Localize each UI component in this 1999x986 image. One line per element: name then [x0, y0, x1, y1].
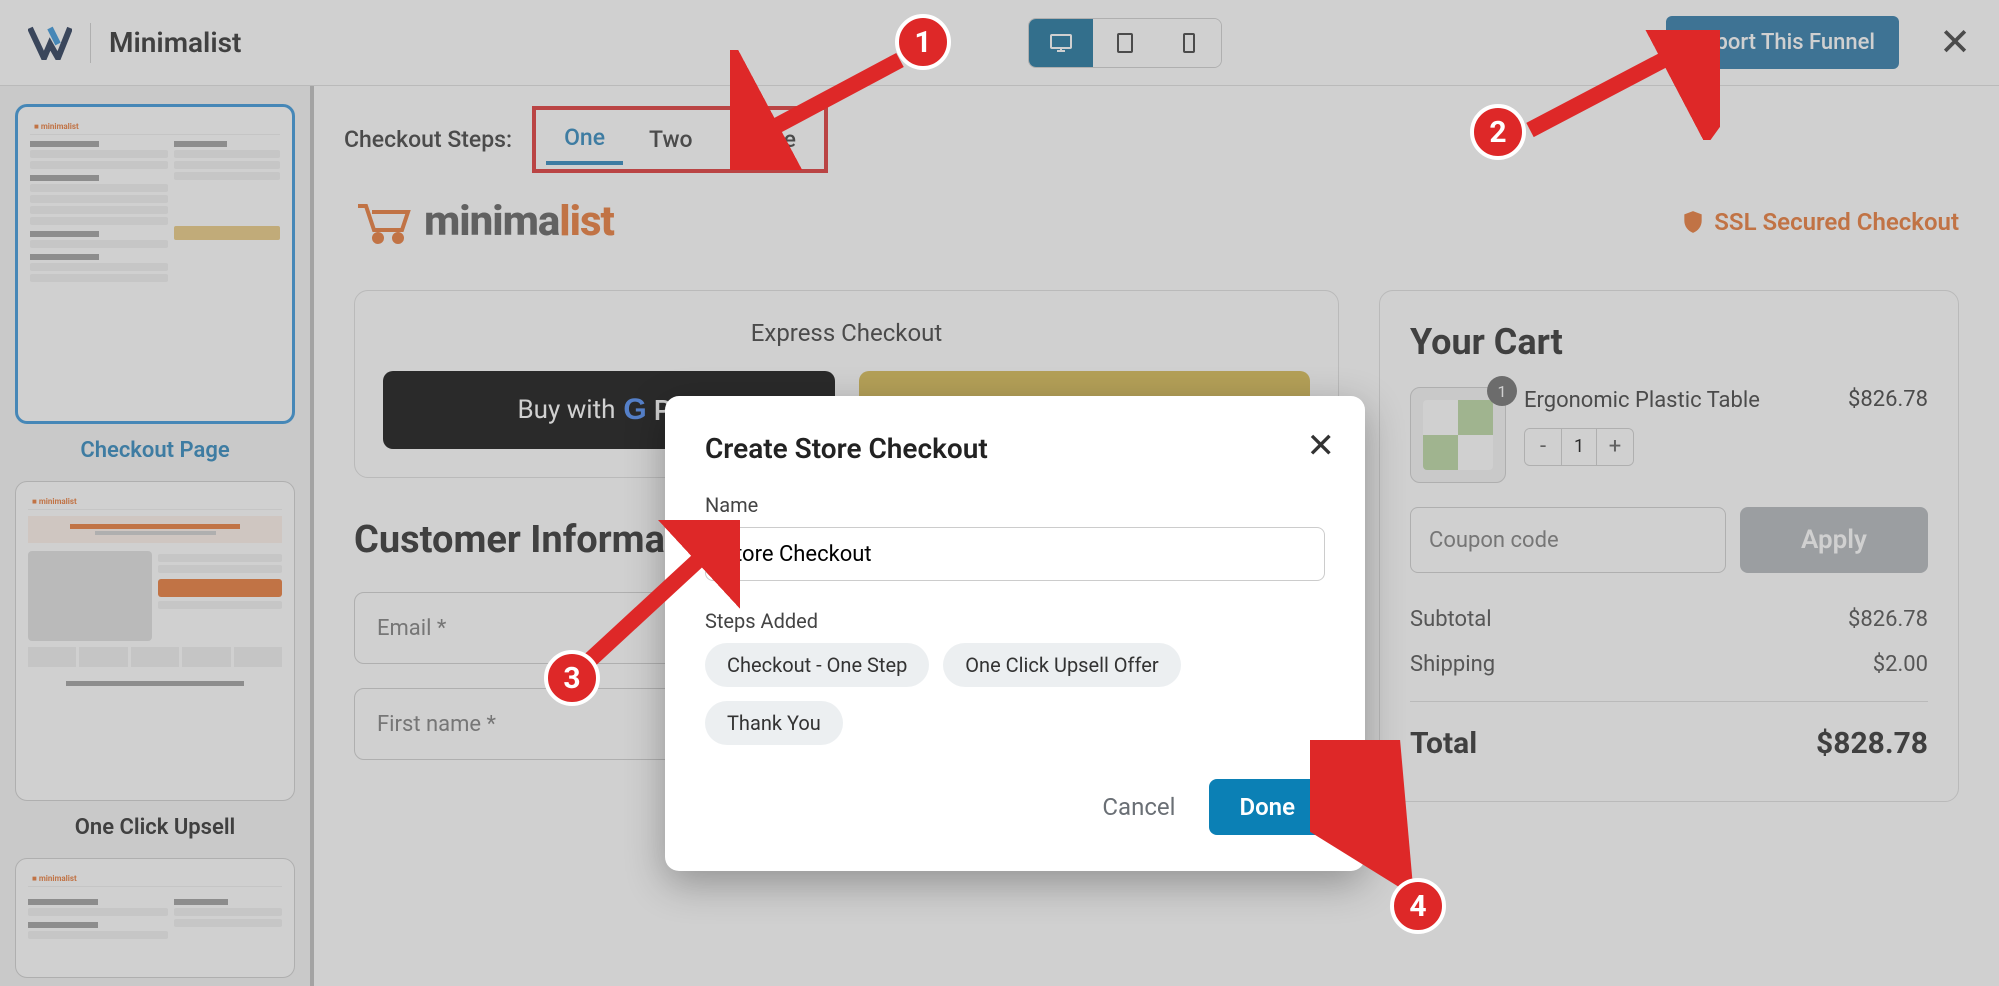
qty-plus-button[interactable]: + — [1597, 429, 1633, 465]
shipping-row: Shipping $2.00 — [1410, 642, 1928, 687]
qty-minus-button[interactable]: - — [1525, 429, 1561, 465]
cart-item-name: Ergonomic Plastic Table — [1524, 387, 1830, 416]
cart-icon — [354, 200, 414, 244]
thumb-label: One Click Upsell — [15, 815, 295, 840]
cancel-button[interactable]: Cancel — [1102, 793, 1175, 821]
steps-chips: Checkout - One Step One Click Upsell Off… — [705, 643, 1325, 745]
steps-added-label: Steps Added — [705, 609, 1325, 633]
preview-header: minimalist SSL Secured Checkout — [314, 183, 1999, 260]
thumb-label: Checkout Page — [15, 438, 295, 463]
create-checkout-modal: Create Store Checkout ✕ Name Steps Added… — [665, 396, 1365, 871]
template-sidebar: ■ minimalist — [0, 86, 310, 986]
subtotal-row: Subtotal $826.78 — [1410, 597, 1928, 642]
express-title: Express Checkout — [383, 319, 1310, 347]
shield-icon — [1680, 209, 1706, 235]
store-logo: minimalist — [354, 197, 614, 246]
ssl-badge: SSL Secured Checkout — [1680, 208, 1959, 236]
annotation-arrow-3 — [580, 520, 740, 670]
cart-item-price: $826.78 — [1848, 387, 1928, 412]
device-tablet-button[interactable] — [1093, 19, 1157, 67]
cart-qty-badge: 1 — [1487, 376, 1517, 406]
cart-column: Your Cart 1 Ergonomic Plastic Table - 1 … — [1379, 290, 1959, 809]
store-checkout-name-input[interactable] — [705, 527, 1325, 581]
steps-label: Checkout Steps: — [344, 126, 512, 153]
annotation-marker-2: 2 — [1470, 104, 1526, 160]
cart-card: Your Cart 1 Ergonomic Plastic Table - 1 … — [1379, 290, 1959, 802]
chip-thankyou: Thank You — [705, 701, 843, 745]
annotation-arrow-2 — [1520, 30, 1720, 140]
total-row: Total $828.78 — [1410, 716, 1928, 771]
apply-coupon-button[interactable]: Apply — [1740, 507, 1928, 573]
modal-title: Create Store Checkout — [705, 432, 1325, 465]
annotation-marker-3: 3 — [544, 650, 600, 706]
annotation-arrow-4 — [1310, 740, 1430, 900]
thumb-thank-you[interactable]: ■ minimalist — [15, 858, 295, 978]
done-button[interactable]: Done — [1209, 779, 1325, 835]
qty-stepper: - 1 + — [1524, 428, 1634, 466]
thumb-one-click-upsell[interactable]: ■ minimalist One Click Upsell — [15, 481, 295, 840]
name-label: Name — [705, 493, 1325, 517]
modal-close-button[interactable]: ✕ — [1307, 426, 1336, 466]
qty-value: 1 — [1561, 429, 1597, 465]
cart-title: Your Cart — [1410, 321, 1928, 363]
checkout-steps-bar: Checkout Steps: One Two Three — [314, 86, 1999, 183]
step-tab-one[interactable]: One — [546, 114, 623, 165]
chip-upsell: One Click Upsell Offer — [943, 643, 1180, 687]
annotation-marker-1: 1 — [895, 14, 951, 70]
brand-divider — [90, 23, 91, 63]
device-switcher — [1028, 18, 1222, 68]
app-logo-icon — [28, 26, 72, 60]
device-desktop-button[interactable] — [1029, 19, 1093, 67]
cart-item-thumb: 1 — [1410, 387, 1506, 483]
brand-name: Minimalist — [109, 26, 241, 59]
thumb-checkout-page[interactable]: ■ minimalist — [15, 104, 295, 463]
brand-block: Minimalist — [28, 23, 241, 63]
device-mobile-button[interactable] — [1157, 19, 1221, 67]
annotation-marker-4: 4 — [1390, 878, 1446, 934]
cart-item: 1 Ergonomic Plastic Table - 1 + $826.78 — [1410, 387, 1928, 483]
step-tab-two[interactable]: Two — [631, 114, 711, 165]
coupon-input[interactable] — [1410, 507, 1726, 573]
annotation-arrow-1 — [730, 50, 930, 170]
close-preview-button[interactable]: ✕ — [1939, 24, 1971, 62]
